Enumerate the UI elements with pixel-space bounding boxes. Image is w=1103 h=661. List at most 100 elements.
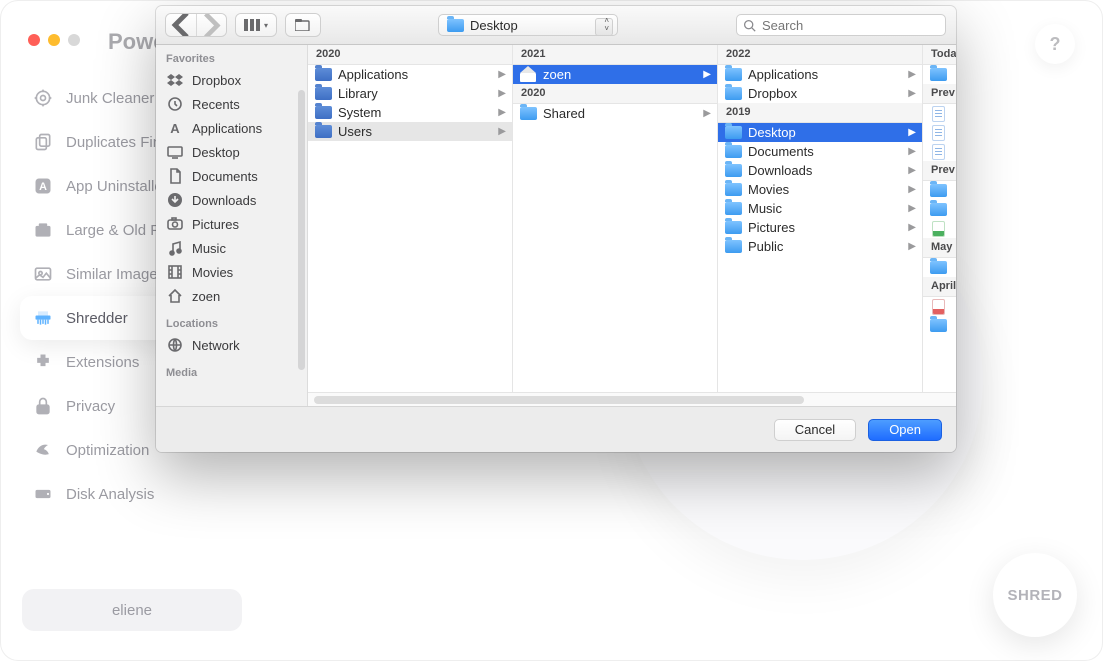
file-row[interactable] [923,65,956,84]
favorites-item-pictures[interactable]: Pictures [156,212,307,236]
maximize-window-icon[interactable] [68,34,80,46]
app-window: Powe ? Junk CleanerDuplicates FinderAApp… [0,0,1103,661]
apps-icon: A [166,119,184,137]
file-row[interactable]: Movies▶ [718,180,922,199]
file-row[interactable]: Desktop▶ [718,123,922,142]
favorites-item-music[interactable]: Music [156,236,307,260]
sidebar-item-label: Junk Cleaner [66,90,154,107]
file-row[interactable]: Applications▶ [718,65,922,84]
file-row-label: Public [748,239,783,254]
view-mode-seg: ▾ [236,14,276,36]
home-icon [519,67,537,82]
file-row-label: Dropbox [748,86,797,101]
file-row-label: Applications [748,67,818,82]
favorites-item-label: Music [192,241,226,256]
file-row-label: Downloads [748,163,812,178]
file-row[interactable]: Library▶ [308,84,512,103]
file-row[interactable] [923,297,956,316]
file-row-label: Applications [338,67,408,82]
column-browser: 2020Applications▶Library▶System▶Users▶20… [308,45,956,392]
search-box[interactable] [736,14,946,36]
folder-blue-icon [929,318,947,333]
file-row[interactable] [923,316,956,335]
search-input[interactable] [762,18,939,33]
file-row[interactable] [923,200,956,219]
file-row[interactable]: Music▶ [718,199,922,218]
forward-button[interactable] [196,14,226,36]
group-button[interactable] [286,14,320,36]
file-row[interactable]: Public▶ [718,237,922,256]
shredder-icon [32,307,54,329]
file-row[interactable]: Downloads▶ [718,161,922,180]
dialog-body: Favorites DropboxRecentsAApplicationsDes… [156,45,956,406]
file-row[interactable]: Users▶ [308,122,512,141]
location-label: Desktop [470,18,518,33]
favorites-item-desktop[interactable]: Desktop [156,140,307,164]
shred-button[interactable]: SHRED [993,553,1077,637]
window-controls [28,34,80,46]
file-row-label: Movies [748,182,789,197]
view-columns-button[interactable]: ▾ [236,14,276,36]
favorites-item-label: Downloads [192,193,256,208]
browser-column: 2020Applications▶Library▶System▶Users▶ [308,45,513,392]
file-row[interactable] [923,104,956,123]
column-section-header: Prev [923,161,956,181]
file-row-label: System [338,105,381,120]
file-row[interactable] [923,258,956,277]
folder-blue-icon [724,220,742,235]
nav-back-forward [166,14,226,36]
back-button[interactable] [166,14,196,36]
close-window-icon[interactable] [28,34,40,46]
browser-column: 2022Applications▶Dropbox▶2019Desktop▶Doc… [718,45,923,392]
chevron-right-icon: ▶ [498,88,506,99]
file-row[interactable]: Applications▶ [308,65,512,84]
disk-icon [32,483,54,505]
ext-icon [32,351,54,373]
horizontal-scrollbar[interactable] [308,392,956,406]
file-row[interactable]: zoen▶ [513,65,717,84]
open-button[interactable]: Open [868,419,942,441]
favorites-item-zoen[interactable]: zoen [156,284,307,308]
file-row[interactable]: Shared▶ [513,104,717,123]
file-row[interactable]: Dropbox ▶ [718,84,922,103]
dialog-footer: Cancel Open [156,406,956,452]
chevron-right-icon: ▶ [908,88,916,99]
file-row[interactable] [923,123,956,142]
folder-blue-icon [724,201,742,216]
favorites-item-movies[interactable]: Movies [156,260,307,284]
file-row[interactable]: Documents▶ [718,142,922,161]
favorites-item-documents[interactable]: Documents [156,164,307,188]
chevron-right-icon: ▶ [908,127,916,138]
locations-header: Locations [156,308,307,333]
globe-icon [166,336,184,354]
folder-blue-icon [724,182,742,197]
favorites-item-label: Desktop [192,145,240,160]
sidebar-item-label: Shredder [66,310,128,327]
sidebar-scrollbar[interactable] [298,90,305,370]
cancel-button[interactable]: Cancel [774,419,856,441]
file-row[interactable] [923,142,956,161]
file-row[interactable] [923,219,956,238]
favorites-item-label: Applications [192,121,262,136]
file-row[interactable]: System▶ [308,103,512,122]
folder-icon [447,19,464,32]
location-dropdown[interactable]: Desktop ˄˅ [438,14,618,36]
favorites-item-downloads[interactable]: Downloads [156,188,307,212]
user-chip[interactable]: eliene [22,589,242,631]
file-row[interactable]: Pictures▶ [718,218,922,237]
favorites-item-network[interactable]: Network [156,333,307,357]
minimize-window-icon[interactable] [48,34,60,46]
doc-blue-icon [929,106,947,121]
favorites-item-applications[interactable]: A Applications [156,116,307,140]
favorites-item-dropbox[interactable]: Dropbox [156,68,307,92]
favorites-header: Favorites [156,45,307,68]
privacy-icon [32,395,54,417]
camera-icon [166,215,184,233]
sidebar-item-disk[interactable]: Disk Analysis [20,472,220,516]
music-icon [166,239,184,257]
favorites-item-recents[interactable]: Recents [156,92,307,116]
sidebar-item-label: Optimization [66,442,149,459]
file-row[interactable] [923,181,956,200]
large-icon [32,219,54,241]
help-button[interactable]: ? [1035,24,1075,64]
